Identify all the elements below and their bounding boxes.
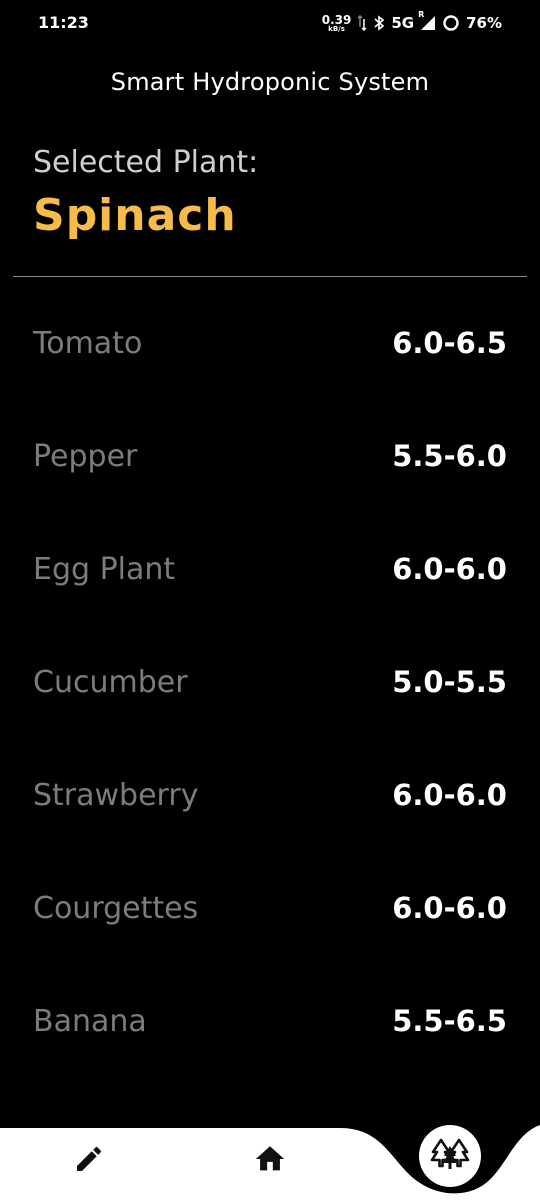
selected-plant-label: Selected Plant: [33, 145, 259, 180]
bottom-navigation [0, 1125, 540, 1200]
plant-ph-range: 5.5-6.0 [392, 439, 507, 473]
plant-row-pepper[interactable]: Pepper 5.5-6.0 [0, 391, 540, 504]
plants-fab-button[interactable] [419, 1125, 481, 1187]
trees-icon [430, 1136, 470, 1176]
signal-icon: R [418, 10, 436, 31]
pencil-icon [73, 1143, 105, 1179]
roaming-indicator: R [418, 10, 425, 19]
plant-name: Cucumber [33, 665, 188, 700]
plant-ph-range: 6.0-6.0 [392, 891, 507, 925]
plant-ph-range: 5.0-5.5 [392, 665, 507, 699]
plant-ph-range: 6.0-6.5 [392, 326, 507, 360]
status-bar: 11:23 0.39 kB/s 5G R 76% [0, 0, 540, 46]
plant-row-strawberry[interactable]: Strawberry 6.0-6.0 [0, 730, 540, 843]
data-arrows-icon [357, 15, 367, 31]
app-title: Smart Hydroponic System [110, 68, 430, 96]
network-speed-unit: kB/s [328, 24, 345, 33]
plant-row-egg-plant[interactable]: Egg Plant 6.0-6.0 [0, 504, 540, 617]
app-screen: 11:23 0.39 kB/s 5G R 76% Smart Hydroponi… [0, 0, 540, 1200]
bluetooth-icon [373, 15, 385, 31]
status-icons: 0.39 kB/s 5G R 76% [322, 10, 502, 35]
plant-name: Egg Plant [33, 552, 176, 587]
plant-ph-range: 5.5-6.5 [392, 1004, 507, 1038]
network-speed: 0.39 kB/s [322, 14, 352, 33]
plant-name: Strawberry [33, 778, 199, 813]
plant-list[interactable]: Tomato 6.0-6.5 Pepper 5.5-6.0 Egg Plant … [0, 278, 540, 1128]
divider [13, 276, 527, 277]
plant-row-cucumber[interactable]: Cucumber 5.0-5.5 [0, 617, 540, 730]
plant-row-courgettes[interactable]: Courgettes 6.0-6.0 [0, 843, 540, 956]
plant-name: Banana [33, 1004, 147, 1039]
network-type: 5G [391, 14, 415, 32]
battery-ring-icon [442, 14, 460, 32]
plant-name: Tomato [33, 326, 143, 361]
plant-row-tomato[interactable]: Tomato 6.0-6.5 [0, 278, 540, 391]
selected-plant-value: Spinach [33, 190, 237, 241]
plant-ph-range: 6.0-6.0 [392, 778, 507, 812]
plant-name: Pepper [33, 439, 138, 474]
plant-ph-range: 6.0-6.0 [392, 552, 507, 586]
battery-level: 76% [466, 14, 502, 32]
home-icon [253, 1142, 287, 1180]
network-speed-value: 0.39 [321, 12, 352, 27]
plant-name: Courgettes [33, 891, 199, 926]
home-nav-button[interactable] [246, 1137, 294, 1185]
status-time: 11:23 [38, 13, 89, 32]
plant-row-banana[interactable]: Banana 5.5-6.5 [0, 956, 540, 1069]
edit-nav-button[interactable] [65, 1137, 113, 1185]
